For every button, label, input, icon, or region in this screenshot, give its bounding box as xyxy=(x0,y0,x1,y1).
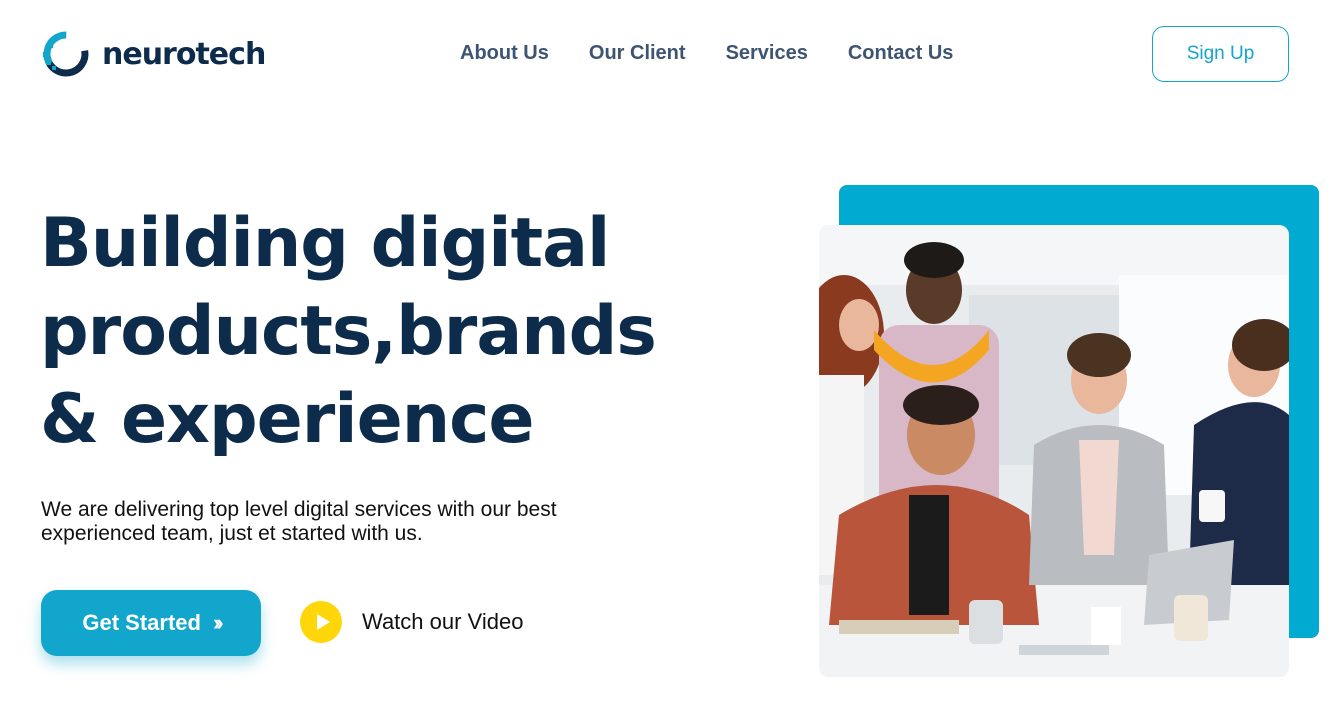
main-nav: About Us Our Client Services Contact Us xyxy=(460,42,953,65)
get-started-label: Get Started xyxy=(82,610,201,635)
nav-item-services[interactable]: Services xyxy=(726,42,808,65)
nav-item-contact-us[interactable]: Contact Us xyxy=(848,42,954,65)
sign-up-button[interactable]: Sign Up xyxy=(1152,26,1289,82)
hero-title-line-3: & experience xyxy=(40,380,535,459)
brand-logo[interactable]: neurotech xyxy=(40,28,266,80)
hero-title-line-1: Building digital xyxy=(40,204,610,283)
watch-video-button[interactable]: Watch our Video xyxy=(300,601,523,643)
double-chevron-right-icon: ›› xyxy=(212,610,223,635)
play-icon xyxy=(300,601,342,643)
hero-title: Building digital products,brands & exper… xyxy=(40,200,740,464)
hero-title-line-2: products,brands xyxy=(40,292,657,371)
logo-mark-icon xyxy=(43,31,89,77)
brand-name: neurotech xyxy=(102,36,266,72)
get-started-button[interactable]: Get Started ›› xyxy=(41,590,261,656)
watch-video-label: Watch our Video xyxy=(362,609,524,634)
nav-item-our-client[interactable]: Our Client xyxy=(589,42,686,65)
hero-description: We are delivering top level digital serv… xyxy=(41,498,557,545)
team-photo xyxy=(819,225,1289,677)
nav-item-about-us[interactable]: About Us xyxy=(460,42,549,65)
